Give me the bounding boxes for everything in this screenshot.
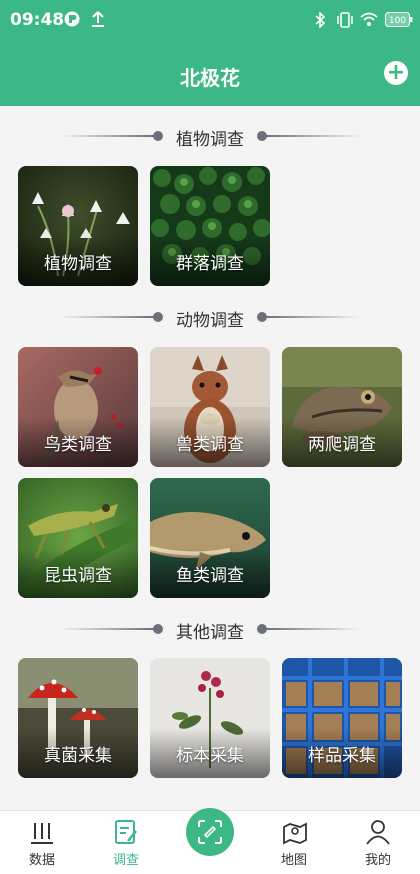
- card-community-survey[interactable]: 群落调查: [150, 166, 270, 286]
- tab-profile[interactable]: 我的: [336, 811, 420, 874]
- card-label: 昆虫调查: [44, 566, 112, 586]
- tab-survey[interactable]: 调查: [84, 811, 168, 874]
- card-label: 样品采集: [308, 746, 376, 766]
- section-title: 植物调查: [176, 130, 244, 150]
- section-header-other: 其他调查: [60, 617, 360, 643]
- scan-record-button[interactable]: [186, 808, 234, 856]
- section-title: 其他调查: [176, 623, 244, 643]
- page-title: 北极花: [180, 66, 240, 90]
- card-insect-survey[interactable]: 昆虫调查: [18, 478, 138, 598]
- divider-left: [60, 628, 155, 630]
- card-fungi-collection[interactable]: 真菌采集: [18, 658, 138, 778]
- survey-form-icon: [115, 820, 137, 844]
- card-label: 群落调查: [176, 254, 244, 274]
- divider-dot: [153, 131, 163, 141]
- card-label: 真菌采集: [44, 746, 112, 766]
- app-header: 09:48 100 北极花 +: [0, 0, 420, 106]
- status-bar: 09:48 100: [0, 0, 420, 40]
- card-mammal-survey[interactable]: 兽类调查: [150, 347, 270, 467]
- battery-icon: 100: [385, 12, 413, 27]
- card-bird-survey[interactable]: 鸟类调查: [18, 347, 138, 467]
- card-label: 鸟类调查: [44, 435, 112, 455]
- section-header-plant: 植物调查: [60, 124, 360, 150]
- vibrate-icon: [337, 12, 353, 28]
- upload-icon: [92, 11, 104, 27]
- user-icon: [366, 820, 390, 845]
- divider-right: [265, 316, 360, 318]
- plus-circle-icon[interactable]: +: [384, 61, 408, 85]
- bar-chart-icon: [31, 823, 53, 844]
- divider-right: [265, 135, 360, 137]
- tab-label: 调查: [112, 853, 139, 868]
- divider-right: [265, 628, 360, 630]
- bluetooth-icon: [315, 12, 326, 28]
- battery-level: 100: [389, 16, 406, 26]
- map-pin-icon: [283, 822, 307, 845]
- card-label: 兽类调查: [176, 435, 244, 455]
- card-plant-survey[interactable]: 植物调查: [18, 166, 138, 286]
- card-sample-collection[interactable]: 样品采集: [282, 658, 402, 778]
- tab-label: 我的: [364, 853, 391, 868]
- card-label: 标本采集: [176, 746, 244, 766]
- app-notification-icon: [64, 11, 80, 27]
- status-time: 09:48: [10, 10, 65, 30]
- tab-map[interactable]: 地图: [252, 811, 336, 874]
- card-amphibian-survey[interactable]: 两爬调查: [282, 347, 402, 467]
- tab-label: 地图: [280, 853, 307, 868]
- section-header-animal: 动物调查: [60, 305, 360, 331]
- card-fish-survey[interactable]: 鱼类调查: [150, 478, 270, 598]
- tab-data[interactable]: 数据: [0, 811, 84, 874]
- card-label: 植物调查: [44, 254, 112, 274]
- tab-label: 数据: [28, 853, 55, 868]
- divider-dot: [153, 624, 163, 634]
- divider-left: [60, 316, 155, 318]
- card-label: 鱼类调查: [176, 566, 244, 586]
- scan-icon: [198, 820, 222, 844]
- divider-left: [60, 135, 155, 137]
- card-specimen-collection[interactable]: 标本采集: [150, 658, 270, 778]
- card-label: 两爬调查: [308, 435, 376, 455]
- divider-dot: [153, 312, 163, 322]
- wifi-icon: [360, 12, 378, 26]
- section-title: 动物调查: [176, 311, 244, 331]
